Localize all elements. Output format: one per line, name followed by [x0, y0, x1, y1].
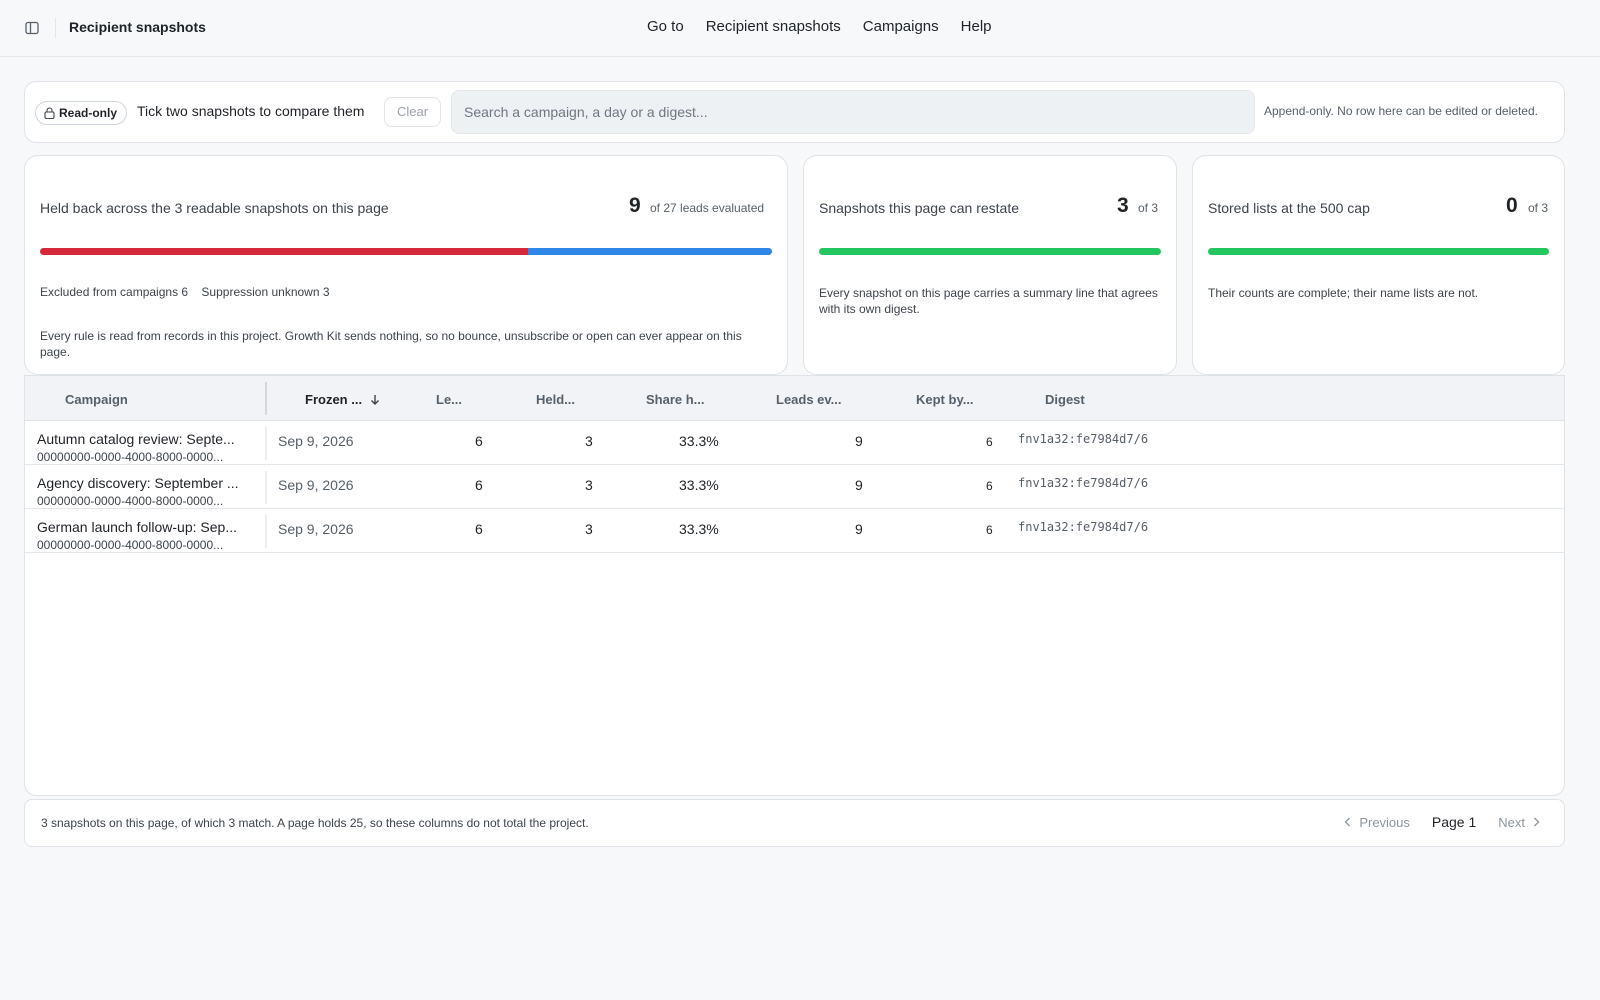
campaign-id: 00000000-0000-4000-8000-0000... — [37, 538, 224, 552]
nav-campaigns[interactable]: Campaigns — [863, 18, 939, 35]
cap-description: Their counts are complete; their name li… — [1208, 286, 1479, 300]
nav-help[interactable]: Help — [961, 18, 992, 35]
table-row[interactable]: German launch follow-up: Sep... 00000000… — [25, 509, 1564, 553]
unknown-segment — [528, 248, 772, 255]
cap-total: of 3 — [1528, 201, 1549, 215]
held-back-title: Held back across the 3 readable snapshot… — [40, 200, 389, 216]
top-bar: Recipient snapshots Go to Recipient snap… — [0, 0, 1600, 57]
excluded-segment — [40, 248, 529, 255]
page-title: Recipient snapshots — [69, 19, 206, 35]
append-only-note: Append-only. No row here can be edited o… — [1264, 104, 1538, 118]
held-value: 3 — [585, 433, 593, 449]
column-resize-handle[interactable] — [265, 382, 267, 415]
frozen-date: Sep 9, 2026 — [278, 521, 354, 537]
footer-summary: 3 snapshots on this page, of which 3 mat… — [41, 816, 589, 830]
digest-value: fnv1a32:fe7984d7/6 — [1018, 520, 1149, 534]
kept-value: 6 — [986, 479, 993, 493]
campaign-id: 00000000-0000-4000-8000-0000... — [37, 450, 224, 464]
campaign-name[interactable]: Agency discovery: September ... — [37, 475, 249, 491]
lock-icon — [44, 107, 55, 119]
row-divider — [265, 471, 267, 504]
next-label: Next — [1498, 814, 1525, 830]
col-digest[interactable]: Digest — [1045, 392, 1085, 407]
cap-fill — [1208, 248, 1549, 255]
read-only-badge: Read-only — [35, 101, 128, 125]
cap-bar — [1208, 248, 1549, 255]
nav-recipient-snapshots[interactable]: Recipient snapshots — [706, 18, 841, 35]
evaluated-value: 9 — [855, 521, 863, 537]
chevron-left-icon — [1344, 817, 1351, 827]
restate-title: Snapshots this page can restate — [819, 200, 1020, 216]
held-back-card: Held back across the 3 readable snapshot… — [24, 155, 788, 375]
col-leads[interactable]: Le... — [436, 392, 462, 407]
campaign-name[interactable]: Autumn catalog review: Septe... — [37, 431, 249, 447]
col-campaign[interactable]: Campaign — [65, 392, 128, 407]
excluded-count: Excluded from campaigns 6 — [40, 285, 189, 299]
cap-title: Stored lists at the 500 cap — [1208, 200, 1370, 216]
col-held[interactable]: Held... — [536, 392, 575, 407]
sidebar-toggle-icon[interactable] — [24, 20, 40, 36]
leads-value: 6 — [475, 521, 483, 537]
share-value: 33.3% — [679, 433, 719, 449]
digest-value: fnv1a32:fe7984d7/6 — [1018, 476, 1149, 490]
table-header: Campaign Frozen ... Le... Held... Share … — [25, 376, 1564, 421]
share-value: 33.3% — [679, 477, 719, 493]
restate-description: Every snapshot on this page carries a su… — [819, 286, 1158, 316]
chevron-right-icon — [1534, 817, 1540, 827]
row-divider — [265, 515, 267, 548]
col-frozen-label: Frozen ... — [305, 392, 363, 407]
evaluated-value: 9 — [855, 433, 863, 449]
page-indicator: Page 1 — [1431, 814, 1477, 830]
restate-value: 3 — [1117, 194, 1129, 217]
next-button[interactable]: Next — [1498, 815, 1540, 830]
restate-total: of 3 — [1138, 201, 1159, 215]
previous-button[interactable]: Previous — [1344, 815, 1410, 830]
compare-hint: Tick two snapshots to compare them — [137, 103, 365, 119]
held-value: 3 — [585, 477, 593, 493]
campaign-id: 00000000-0000-4000-8000-0000... — [37, 494, 224, 508]
read-only-label: Read-only — [59, 106, 118, 120]
col-share-held[interactable]: Share h... — [646, 392, 705, 407]
search-input[interactable] — [451, 90, 1255, 134]
held-back-value: 9 — [629, 194, 641, 217]
restate-card: Snapshots this page can restate 3 of 3 E… — [803, 155, 1177, 375]
cap-value: 0 — [1506, 194, 1518, 217]
sort-down-icon — [371, 394, 380, 405]
cap-card: Stored lists at the 500 cap 0 of 3 Their… — [1192, 155, 1565, 375]
held-back-bar — [40, 248, 772, 255]
unknown-count: Suppression unknown 3 — [201, 285, 330, 299]
nav-go-to[interactable]: Go to — [647, 18, 684, 35]
clear-button[interactable]: Clear — [384, 97, 442, 127]
held-back-description: Every rule is read from records in this … — [40, 329, 742, 359]
snapshots-table: Campaign Frozen ... Le... Held... Share … — [24, 375, 1565, 796]
pagination: Previous Page 1 Next — [1344, 814, 1540, 830]
filter-toolbar: Read-only Tick two snapshots to compare … — [24, 81, 1565, 143]
campaign-name[interactable]: German launch follow-up: Sep... — [37, 519, 249, 535]
col-frozen[interactable]: Frozen ... — [305, 392, 380, 407]
held-value: 3 — [585, 521, 593, 537]
previous-label: Previous — [1359, 814, 1410, 830]
leads-value: 6 — [475, 433, 483, 449]
title-divider — [55, 18, 56, 38]
restate-bar — [819, 248, 1161, 255]
table-row[interactable]: Agency discovery: September ... 00000000… — [25, 465, 1564, 509]
table-row[interactable]: Autumn catalog review: Septe... 00000000… — [25, 421, 1564, 465]
kept-value: 6 — [986, 523, 993, 537]
top-nav: Go to Recipient snapshots Campaigns Help — [647, 18, 992, 35]
kept-value: 6 — [986, 435, 993, 449]
leads-value: 6 — [475, 477, 483, 493]
restate-fill — [819, 248, 1161, 255]
col-kept-by[interactable]: Kept by... — [916, 392, 974, 407]
frozen-date: Sep 9, 2026 — [278, 477, 354, 493]
row-divider — [265, 427, 267, 460]
share-value: 33.3% — [679, 521, 719, 537]
digest-value: fnv1a32:fe7984d7/6 — [1018, 432, 1149, 446]
frozen-date: Sep 9, 2026 — [278, 433, 354, 449]
table-footer: 3 snapshots on this page, of which 3 mat… — [24, 799, 1565, 847]
held-back-total: of 27 leads evaluated — [650, 201, 765, 215]
col-leads-evaluated[interactable]: Leads ev... — [776, 392, 842, 407]
evaluated-value: 9 — [855, 477, 863, 493]
held-back-breakdown: Excluded from campaigns 6 Suppression un… — [40, 285, 340, 299]
